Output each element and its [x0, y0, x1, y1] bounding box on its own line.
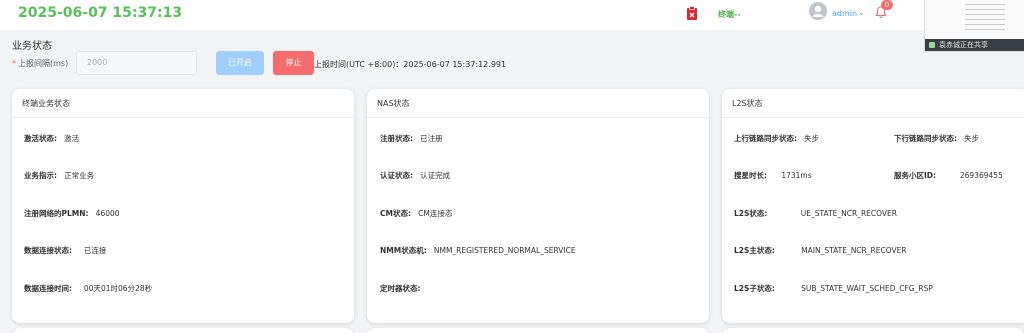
field-data-connection: 数据连接状态: 已连接 [24, 246, 107, 255]
screen-share-bar[interactable]: 袁赤诚正在共享 [925, 39, 1024, 51]
interval-input[interactable]: 2000 [76, 51, 197, 75]
required-marker: * [12, 59, 16, 68]
field-activation: 激活状态: 激活 [24, 134, 80, 143]
field-l2s-state: L2S状态: UE_STATE_NCR_RECOVER [734, 209, 898, 218]
field-cm-state: CM状态: CM连接态 [380, 209, 453, 218]
l2s-status-card: L2S状态 上行链路同步状态: 失步 下行链路同步状态: 失步 搜星时长: 17… [722, 89, 1024, 323]
current-datetime: 2025-06-07 15:37:13 [18, 5, 183, 21]
terminal-selector[interactable]: 终端-- [718, 9, 741, 20]
username[interactable]: admin [832, 9, 857, 18]
field-cell-id: 服务小区ID: 269369455 [894, 171, 1003, 180]
stop-button[interactable]: 停止 [273, 51, 314, 75]
chevron-down-icon[interactable]: ⌄ [858, 8, 865, 17]
nas-status-card: NAS状态 注册状态: 已注册 认证状态: 认证完成 CM状态: CM连接态 N… [367, 89, 709, 323]
avatar-icon[interactable] [809, 2, 827, 20]
field-star-search: 搜星时长: 1731ms [734, 171, 812, 180]
clipboard-x-icon[interactable] [686, 6, 698, 20]
card-title: NAS状态 [367, 89, 709, 118]
field-business-indicator: 业务指示: 正常业务 [24, 171, 95, 180]
field-downlink-sync: 下行链路同步状态: 失步 [894, 134, 980, 143]
bottom-card-middle [367, 328, 709, 333]
screen-share-panel: 袁赤诚正在共享 [924, 0, 1024, 52]
share-preview [965, 4, 1005, 34]
top-bar: 2025-06-07 15:37:13 终端-- admin ⌄ 0 [0, 0, 924, 30]
field-connection-time: 数据连接时间: 00天01时06分28秒 [24, 284, 153, 293]
field-authentication: 认证状态: 认证完成 [380, 171, 451, 180]
field-plmn: 注册网络的PLMN: 46000 [24, 209, 120, 218]
field-nmm-state: NMM状态机: NMM_REGISTERED_NORMAL_SERVICE [380, 246, 576, 255]
screen-share-icon [929, 42, 935, 48]
interval-label: * 上报间隔(ms) [12, 59, 69, 68]
field-uplink-sync: 上行链路同步状态: 失步 [734, 134, 820, 143]
screen-share-label: 袁赤诚正在共享 [939, 41, 988, 49]
page-title: 业务状态 [12, 41, 52, 52]
card-title: L2S状态 [722, 89, 1024, 118]
report-interval-row: * 上报间隔(ms) 2000 已开启 停止 上报时间(UTC +8:00)：20… [12, 51, 912, 75]
report-time: 上报时间(UTC +8:00)：2025-06-07 15:37:12.991 [314, 60, 507, 69]
card-title: 终端业务状态 [12, 89, 354, 118]
field-registration: 注册状态: 已注册 [380, 134, 443, 143]
field-l2s-main: L2S主状态: MAIN_STATE_NCR_RECOVER [734, 246, 907, 255]
bottom-card-right [722, 328, 1024, 333]
field-timer-state: 定时器状态: [380, 284, 421, 293]
started-button[interactable]: 已开启 [216, 51, 264, 75]
bottom-card-left [12, 328, 354, 333]
field-l2s-sub: L2S子状态: SUB_STATE_WAIT_SCHED_CFG_RSP [734, 284, 933, 293]
notification-badge: 0 [881, 0, 893, 10]
terminal-status-card: 终端业务状态 激活状态: 激活 业务指示: 正常业务 注册网络的PLMN: 46… [12, 89, 354, 323]
